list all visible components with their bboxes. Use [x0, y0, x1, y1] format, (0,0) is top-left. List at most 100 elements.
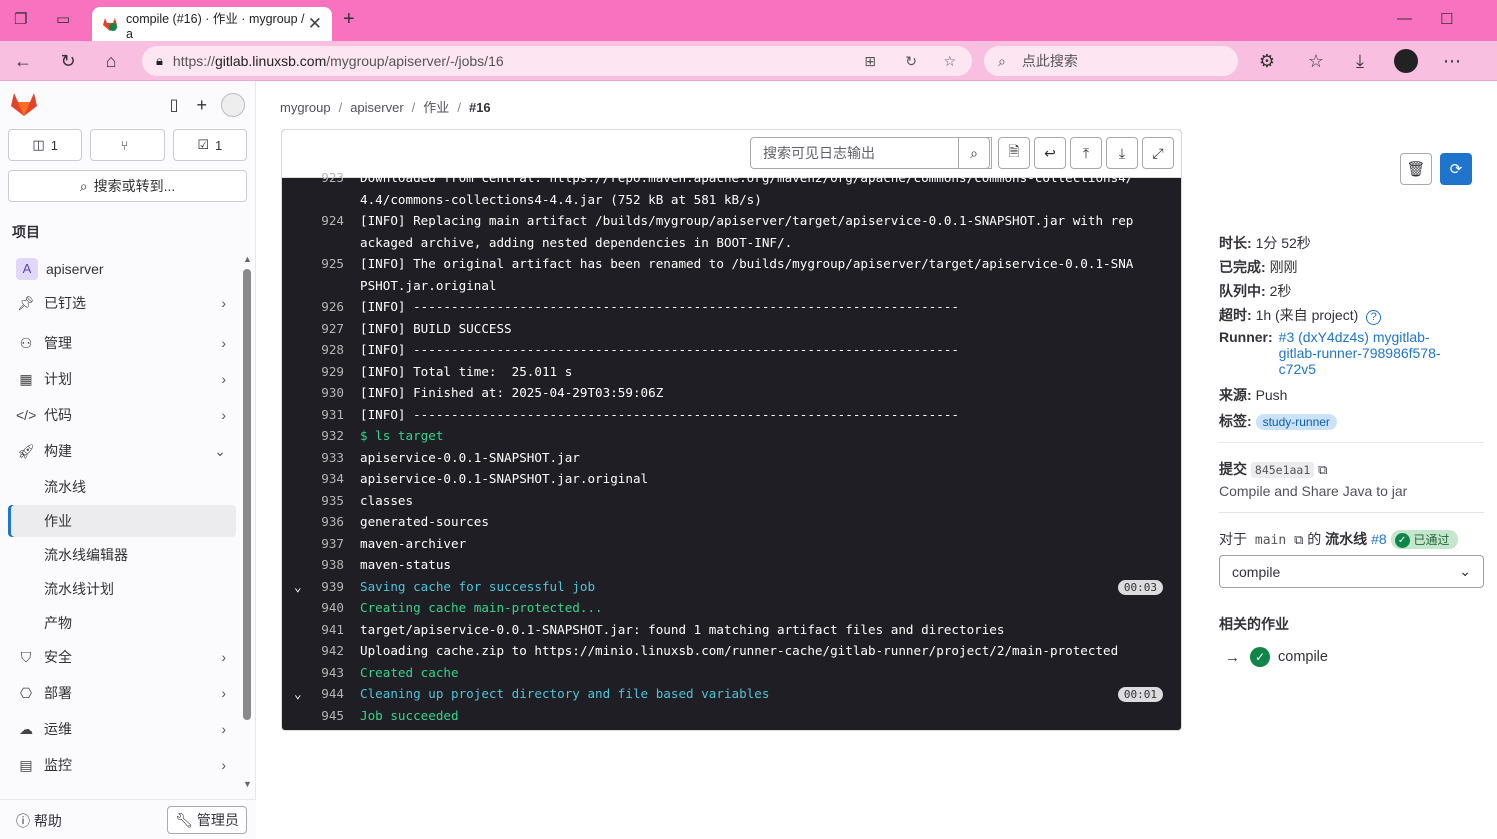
search-icon: ⌕ [79, 177, 88, 194]
tab-actions-icon[interactable]: ▭ [56, 10, 70, 28]
log-line-number[interactable]: 942 [282, 643, 344, 658]
breadcrumb-item[interactable]: mygroup [280, 100, 331, 115]
log-line-number[interactable]: 929 [282, 364, 344, 379]
pipeline-link[interactable]: #8 [1371, 531, 1387, 547]
log-line: 945 Job succeeded [282, 708, 1181, 729]
merge-requests-count-button[interactable]: ⑂ [90, 129, 165, 161]
todo-icon: ☑ [197, 137, 210, 152]
scroll-up-icon[interactable]: ▲ [243, 254, 252, 264]
tag-badge: study-runner [1255, 414, 1337, 430]
help-circle-icon[interactable]: ? [1366, 310, 1382, 325]
admin-button[interactable]: 🔧︎ 管理员 [167, 806, 247, 834]
log-line: 931 [INFO] ------------------------------… [282, 407, 1181, 428]
collapse-section-icon[interactable]: ⌄ [294, 579, 302, 594]
sidebar-item-security[interactable]: ⛉ 安全 › [8, 641, 236, 673]
sidebar-item-pinned[interactable]: 📌︎ 已钉选 › [8, 287, 236, 319]
log-line-number[interactable]: 936 [282, 514, 344, 529]
log-line-number[interactable]: 939 [282, 579, 344, 594]
related-job-name: compile [1278, 649, 1328, 665]
scroll-down-icon[interactable]: ▼ [243, 779, 252, 789]
sidebar-item-artifacts[interactable]: 产物 [8, 607, 236, 639]
collapse-section-icon[interactable]: ⌄ [294, 686, 302, 701]
log-line-number[interactable]: 940 [282, 600, 344, 615]
issues-count-button[interactable]: ◫ 1 [8, 129, 83, 161]
app-view-icon[interactable]: ⊞ [864, 53, 876, 70]
log-line-number[interactable]: 945 [282, 708, 344, 723]
log-line-number[interactable]: 941 [282, 622, 344, 637]
help-icon: ⓘ [16, 813, 30, 829]
toggle-sidebar-icon[interactable]: ▯ [170, 95, 179, 115]
sidebar-item-build[interactable]: 🚀︎ 构建 ⌄ [8, 435, 236, 467]
log-line-number[interactable]: 925 [282, 256, 344, 271]
runner-link[interactable]: #3 (dxY4dz4s) mygitlab- gitlab-runner-79… [1279, 329, 1441, 377]
commit-sha[interactable]: 845e1aa1 [1250, 462, 1315, 478]
log-line-number[interactable]: 944 [282, 686, 344, 701]
gitlab-logo-icon[interactable] [10, 91, 38, 120]
sidebar-item-code[interactable]: </> 代码 › [8, 399, 236, 431]
sidebar-item-pipelines[interactable]: 流水线 [8, 471, 236, 503]
sidebar-project-link[interactable]: A apiserver [8, 253, 236, 285]
sidebar-item-monitor[interactable]: ▤ 监控 › [8, 749, 236, 781]
todos-count-button[interactable]: ☑ 1 [172, 129, 247, 161]
sidebar-item-deploy[interactable]: ⎔ 部署 › [8, 677, 236, 709]
create-new-icon[interactable]: + [196, 95, 207, 116]
log-line-number[interactable]: 943 [282, 665, 344, 680]
log-line-number[interactable]: 935 [282, 493, 344, 508]
log-line-number[interactable]: 931 [282, 407, 344, 422]
copy-icon[interactable]: ⧉ [1318, 462, 1327, 477]
stage-select[interactable]: compile ⌄ [1219, 555, 1484, 588]
breadcrumb-item[interactable]: apiserver [350, 100, 403, 115]
sidebar-header: ▯ + [0, 81, 255, 129]
log-search-button[interactable]: ⌕ [958, 137, 990, 169]
sidebar-item-operate[interactable]: ☁︎ 运维 › [8, 713, 236, 745]
translate-icon[interactable]: ↻ [905, 53, 917, 70]
log-line-number[interactable]: 938 [282, 557, 344, 572]
log-line-number[interactable]: 926 [282, 299, 344, 314]
browser-search-input[interactable]: ⌕ 点此搜索 [984, 46, 1238, 76]
home-icon[interactable]: ⌂ [100, 51, 122, 72]
browser-tab[interactable]: compile (#16) · 作业 · mygroup / a ✕ [92, 7, 332, 41]
sidebar-item-pipeline-editor[interactable]: 流水线编辑器 [8, 539, 236, 571]
related-job-item[interactable]: → ✓ compile [1219, 647, 1328, 667]
sidebar-item-plan[interactable]: ▦ 计划 › [8, 363, 236, 395]
breadcrumb-item[interactable]: 作业 [423, 100, 449, 115]
log-line-number[interactable]: 930 [282, 385, 344, 400]
sidebar-item-jobs[interactable]: 作业 [8, 505, 236, 537]
log-line-number[interactable]: 923 [282, 170, 344, 185]
log-line: 929 [INFO] Total time: 25.011 s [282, 364, 1181, 385]
log-line-number[interactable]: 937 [282, 536, 344, 551]
scroll-top-icon: ⤒ [1082, 144, 1090, 161]
sidebar-search-button[interactable]: ⌕ 搜索或转到... [8, 170, 247, 202]
workspaces-icon[interactable]: ❐ [14, 10, 27, 28]
back-icon[interactable]: ← [12, 51, 34, 72]
fullscreen-button[interactable]: ⤢ [1142, 137, 1174, 169]
log-line-number[interactable]: 934 [282, 471, 344, 486]
log-line-number[interactable]: 933 [282, 450, 344, 465]
help-button[interactable]: ⓘ 帮助 [16, 811, 62, 831]
scroll-top-button[interactable]: ⤒ [1070, 137, 1102, 169]
breadcrumb-current[interactable]: #16 [469, 100, 491, 115]
divider [1219, 442, 1484, 443]
sidebar-scrollbar[interactable] [243, 269, 251, 720]
new-tab-icon[interactable]: + [343, 8, 355, 31]
scroll-bottom-button[interactable]: ⤓ [1106, 137, 1138, 169]
line-wrap-button[interactable]: ↩ [1034, 137, 1066, 169]
log-line: 934 apiservice-0.0.1-SNAPSHOT.jar.origina… [282, 471, 1181, 492]
refresh-icon[interactable]: ↻ [57, 51, 79, 72]
arrow-right-icon: → [1225, 648, 1240, 666]
log-search-input[interactable]: 搜索可见日志输出 [750, 137, 992, 169]
favorite-star-icon[interactable]: ☆ [943, 53, 956, 70]
log-line-number[interactable]: 927 [282, 321, 344, 336]
sidebar-item-pipeline-schedules[interactable]: 流水线计划 [8, 573, 236, 605]
log-line-number[interactable]: 924 [282, 213, 344, 228]
address-bar[interactable]: 🔒︎ https://gitlab.linuxsb.com/mygroup/ap… [142, 46, 972, 76]
show-raw-button[interactable]: 🗎︎ [998, 137, 1030, 169]
log-line-number[interactable]: 932 [282, 428, 344, 443]
log-line-number[interactable]: 928 [282, 342, 344, 357]
sidebar-item-manage[interactable]: ⚇ 管理 › [8, 327, 236, 359]
branch-name[interactable]: main [1251, 532, 1290, 549]
user-avatar[interactable] [221, 93, 245, 117]
lock-icon: 🔒︎ [156, 53, 163, 68]
copy-icon[interactable]: ⧉ [1294, 532, 1303, 547]
close-tab-icon[interactable]: ✕ [308, 14, 322, 34]
